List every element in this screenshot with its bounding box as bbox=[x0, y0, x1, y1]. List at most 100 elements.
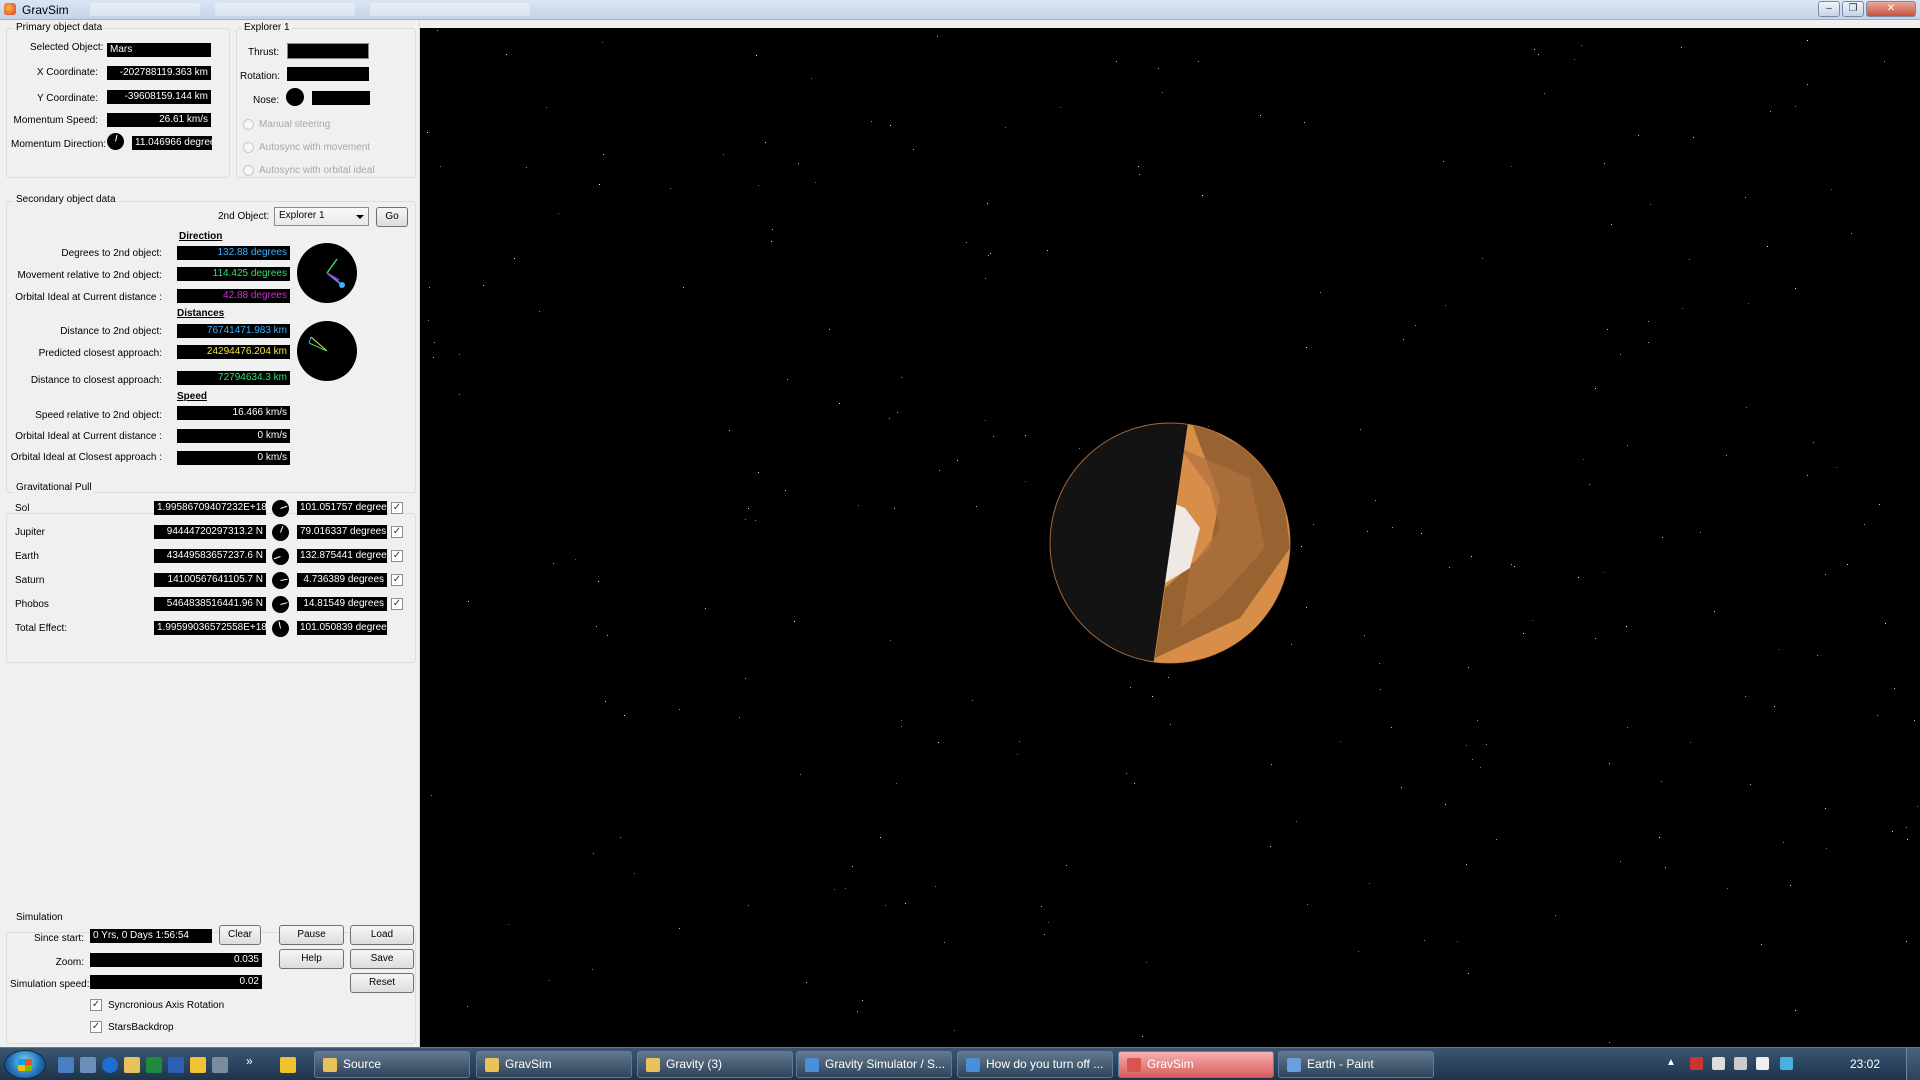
gravity-force-field[interactable]: 94444720297313.2 N bbox=[154, 525, 266, 539]
orbital-ideal-degrees-field[interactable]: 42.88 degrees bbox=[177, 289, 290, 303]
excel-icon[interactable] bbox=[146, 1057, 162, 1073]
manual-steering-label: Manual steering bbox=[259, 119, 331, 130]
since-start-field[interactable]: 0 Yrs, 0 Days 1:56:54 bbox=[90, 929, 212, 943]
taskbar-task[interactable]: Earth - Paint bbox=[1278, 1051, 1434, 1078]
task-app-icon bbox=[646, 1058, 660, 1072]
orbital-ideal-closest-field[interactable]: 0 km/s bbox=[177, 451, 290, 465]
gravity-force-field[interactable]: 1.99586709407232E+18 N bbox=[154, 501, 266, 515]
clock[interactable]: 23:02 bbox=[1850, 1057, 1880, 1071]
direction-needles-icon bbox=[326, 258, 345, 288]
start-button[interactable] bbox=[4, 1050, 46, 1079]
word-icon[interactable] bbox=[168, 1057, 184, 1073]
gravity-include-checkbox[interactable]: ✓ bbox=[391, 526, 403, 538]
close-button[interactable]: ✕ bbox=[1866, 1, 1916, 17]
gravity-include-checkbox[interactable]: ✓ bbox=[391, 598, 403, 610]
download-icon[interactable] bbox=[212, 1057, 228, 1073]
tab-ghost bbox=[370, 3, 530, 16]
autosync-movement-radio[interactable] bbox=[243, 142, 254, 153]
gravity-include-checkbox[interactable]: ✓ bbox=[391, 550, 403, 562]
dial-needle-icon bbox=[280, 602, 288, 605]
distance-closest-label: Distance to closest approach: bbox=[30, 375, 162, 386]
pinned-app-icon[interactable] bbox=[280, 1057, 296, 1073]
save-button[interactable]: Save bbox=[350, 949, 414, 969]
pause-button[interactable]: Pause bbox=[279, 925, 344, 945]
window-switch-icon[interactable] bbox=[80, 1057, 96, 1073]
rotation-field[interactable] bbox=[287, 67, 369, 81]
taskbar-task[interactable]: GravSim bbox=[1118, 1051, 1274, 1078]
gravity-force-field[interactable]: 5464838516441.96 N bbox=[154, 597, 266, 611]
taskbar-task[interactable]: Source bbox=[314, 1051, 470, 1078]
show-desktop-icon[interactable] bbox=[58, 1057, 74, 1073]
help-button[interactable]: Help bbox=[279, 949, 344, 969]
x-coordinate-field[interactable]: -202788119.363 km bbox=[107, 66, 211, 80]
stars-backdrop-checkbox[interactable]: ✓ bbox=[90, 1021, 102, 1033]
bluetooth-icon[interactable] bbox=[1780, 1057, 1793, 1070]
total-direction-dial bbox=[272, 620, 289, 637]
stars-backdrop-label: StarsBackdrop bbox=[108, 1022, 174, 1033]
volume-icon[interactable] bbox=[1756, 1057, 1769, 1070]
selected-object-field[interactable]: Mars bbox=[107, 43, 211, 57]
thrust-field[interactable] bbox=[287, 43, 369, 59]
gravity-angle-field[interactable]: 79.016337 degrees bbox=[297, 525, 387, 539]
more-icon[interactable]: » bbox=[246, 1054, 253, 1068]
orbital-ideal-current-label: Orbital Ideal at Current distance : bbox=[15, 431, 162, 442]
gravity-angle-field[interactable]: 14.81549 degrees bbox=[297, 597, 387, 611]
taskbar-task[interactable]: GravSim bbox=[476, 1051, 632, 1078]
network-icon[interactable] bbox=[1712, 1057, 1725, 1070]
maximize-button[interactable]: ❐ bbox=[1842, 1, 1864, 17]
momentum-direction-field[interactable]: 11.046966 degrees bbox=[132, 136, 212, 150]
orbital-ideal-current-field[interactable]: 0 km/s bbox=[177, 429, 290, 443]
gravity-include-checkbox[interactable]: ✓ bbox=[391, 502, 403, 514]
distance-field[interactable]: 76741471.983 km bbox=[177, 324, 290, 338]
task-app-icon bbox=[966, 1058, 980, 1072]
clear-button[interactable]: Clear bbox=[219, 925, 261, 945]
taskbar-task[interactable]: Gravity Simulator / S... bbox=[796, 1051, 952, 1078]
sync-axis-checkbox[interactable]: ✓ bbox=[90, 999, 102, 1011]
reset-button[interactable]: Reset bbox=[350, 973, 414, 993]
gravity-angle-field[interactable]: 101.051757 degrees bbox=[297, 501, 387, 515]
manual-steering-radio[interactable] bbox=[243, 119, 254, 130]
total-angle-field[interactable]: 101.050839 degrees bbox=[297, 621, 387, 635]
gravity-force-field[interactable]: 43449583657237.6 N bbox=[154, 549, 266, 563]
taskbar-task[interactable]: How do you turn off ... bbox=[957, 1051, 1113, 1078]
momentum-speed-field[interactable]: 26.61 km/s bbox=[107, 113, 211, 127]
ie-icon[interactable] bbox=[102, 1057, 118, 1073]
zoom-label: Zoom: bbox=[55, 957, 84, 968]
space-view[interactable] bbox=[420, 28, 1920, 1047]
show-desktop-button[interactable] bbox=[1906, 1048, 1920, 1080]
go-button[interactable]: Go bbox=[376, 207, 408, 227]
gravity-force-field[interactable]: 14100567641105.7 N bbox=[154, 573, 266, 587]
zoom-field[interactable]: 0.035 bbox=[90, 953, 262, 967]
gravity-angle-field[interactable]: 4.736389 degrees bbox=[297, 573, 387, 587]
taskbar-task[interactable]: Gravity (3) bbox=[637, 1051, 793, 1078]
distances-header: Distances bbox=[177, 308, 225, 319]
task-app-icon bbox=[323, 1058, 337, 1072]
gravity-angle-field[interactable]: 132.875441 degrees bbox=[297, 549, 387, 563]
tray-expand-icon[interactable]: ▲ bbox=[1666, 1057, 1676, 1068]
speed-relative-field[interactable]: 16.466 km/s bbox=[177, 406, 290, 420]
sim-speed-field[interactable]: 0.02 bbox=[90, 975, 262, 989]
folder-icon[interactable] bbox=[124, 1057, 140, 1073]
app-icon[interactable] bbox=[190, 1057, 206, 1073]
mars-planet[interactable] bbox=[420, 28, 1920, 1047]
nose-field[interactable] bbox=[312, 91, 370, 105]
action-center-icon[interactable] bbox=[1690, 1057, 1703, 1070]
task-label: Earth - Paint bbox=[1307, 1057, 1374, 1071]
minimize-button[interactable]: – bbox=[1818, 1, 1840, 17]
y-coordinate-field[interactable]: -39608159.144 km bbox=[107, 90, 211, 104]
task-label: How do you turn off ... bbox=[986, 1057, 1104, 1071]
distance-closest-field[interactable]: 72794634.3 km bbox=[177, 371, 290, 385]
degrees-field[interactable]: 132.88 degrees bbox=[177, 246, 290, 260]
chevron-down-icon bbox=[356, 215, 364, 219]
predicted-approach-field[interactable]: 24294476.204 km bbox=[177, 345, 290, 359]
selected-object-label: Selected Object: bbox=[30, 42, 104, 53]
total-force-field[interactable]: 1.99599036572558E+18 N bbox=[154, 621, 266, 635]
second-object-select[interactable]: Explorer 1 bbox=[274, 207, 369, 226]
autosync-orbital-radio[interactable] bbox=[243, 165, 254, 176]
movement-field[interactable]: 114.425 degrees bbox=[177, 267, 290, 281]
load-button[interactable]: Load bbox=[350, 925, 414, 945]
signal-icon[interactable] bbox=[1734, 1057, 1747, 1070]
gravity-direction-dial bbox=[272, 596, 289, 613]
gravity-include-checkbox[interactable]: ✓ bbox=[391, 574, 403, 586]
second-object-label: 2nd Object: bbox=[218, 211, 270, 222]
